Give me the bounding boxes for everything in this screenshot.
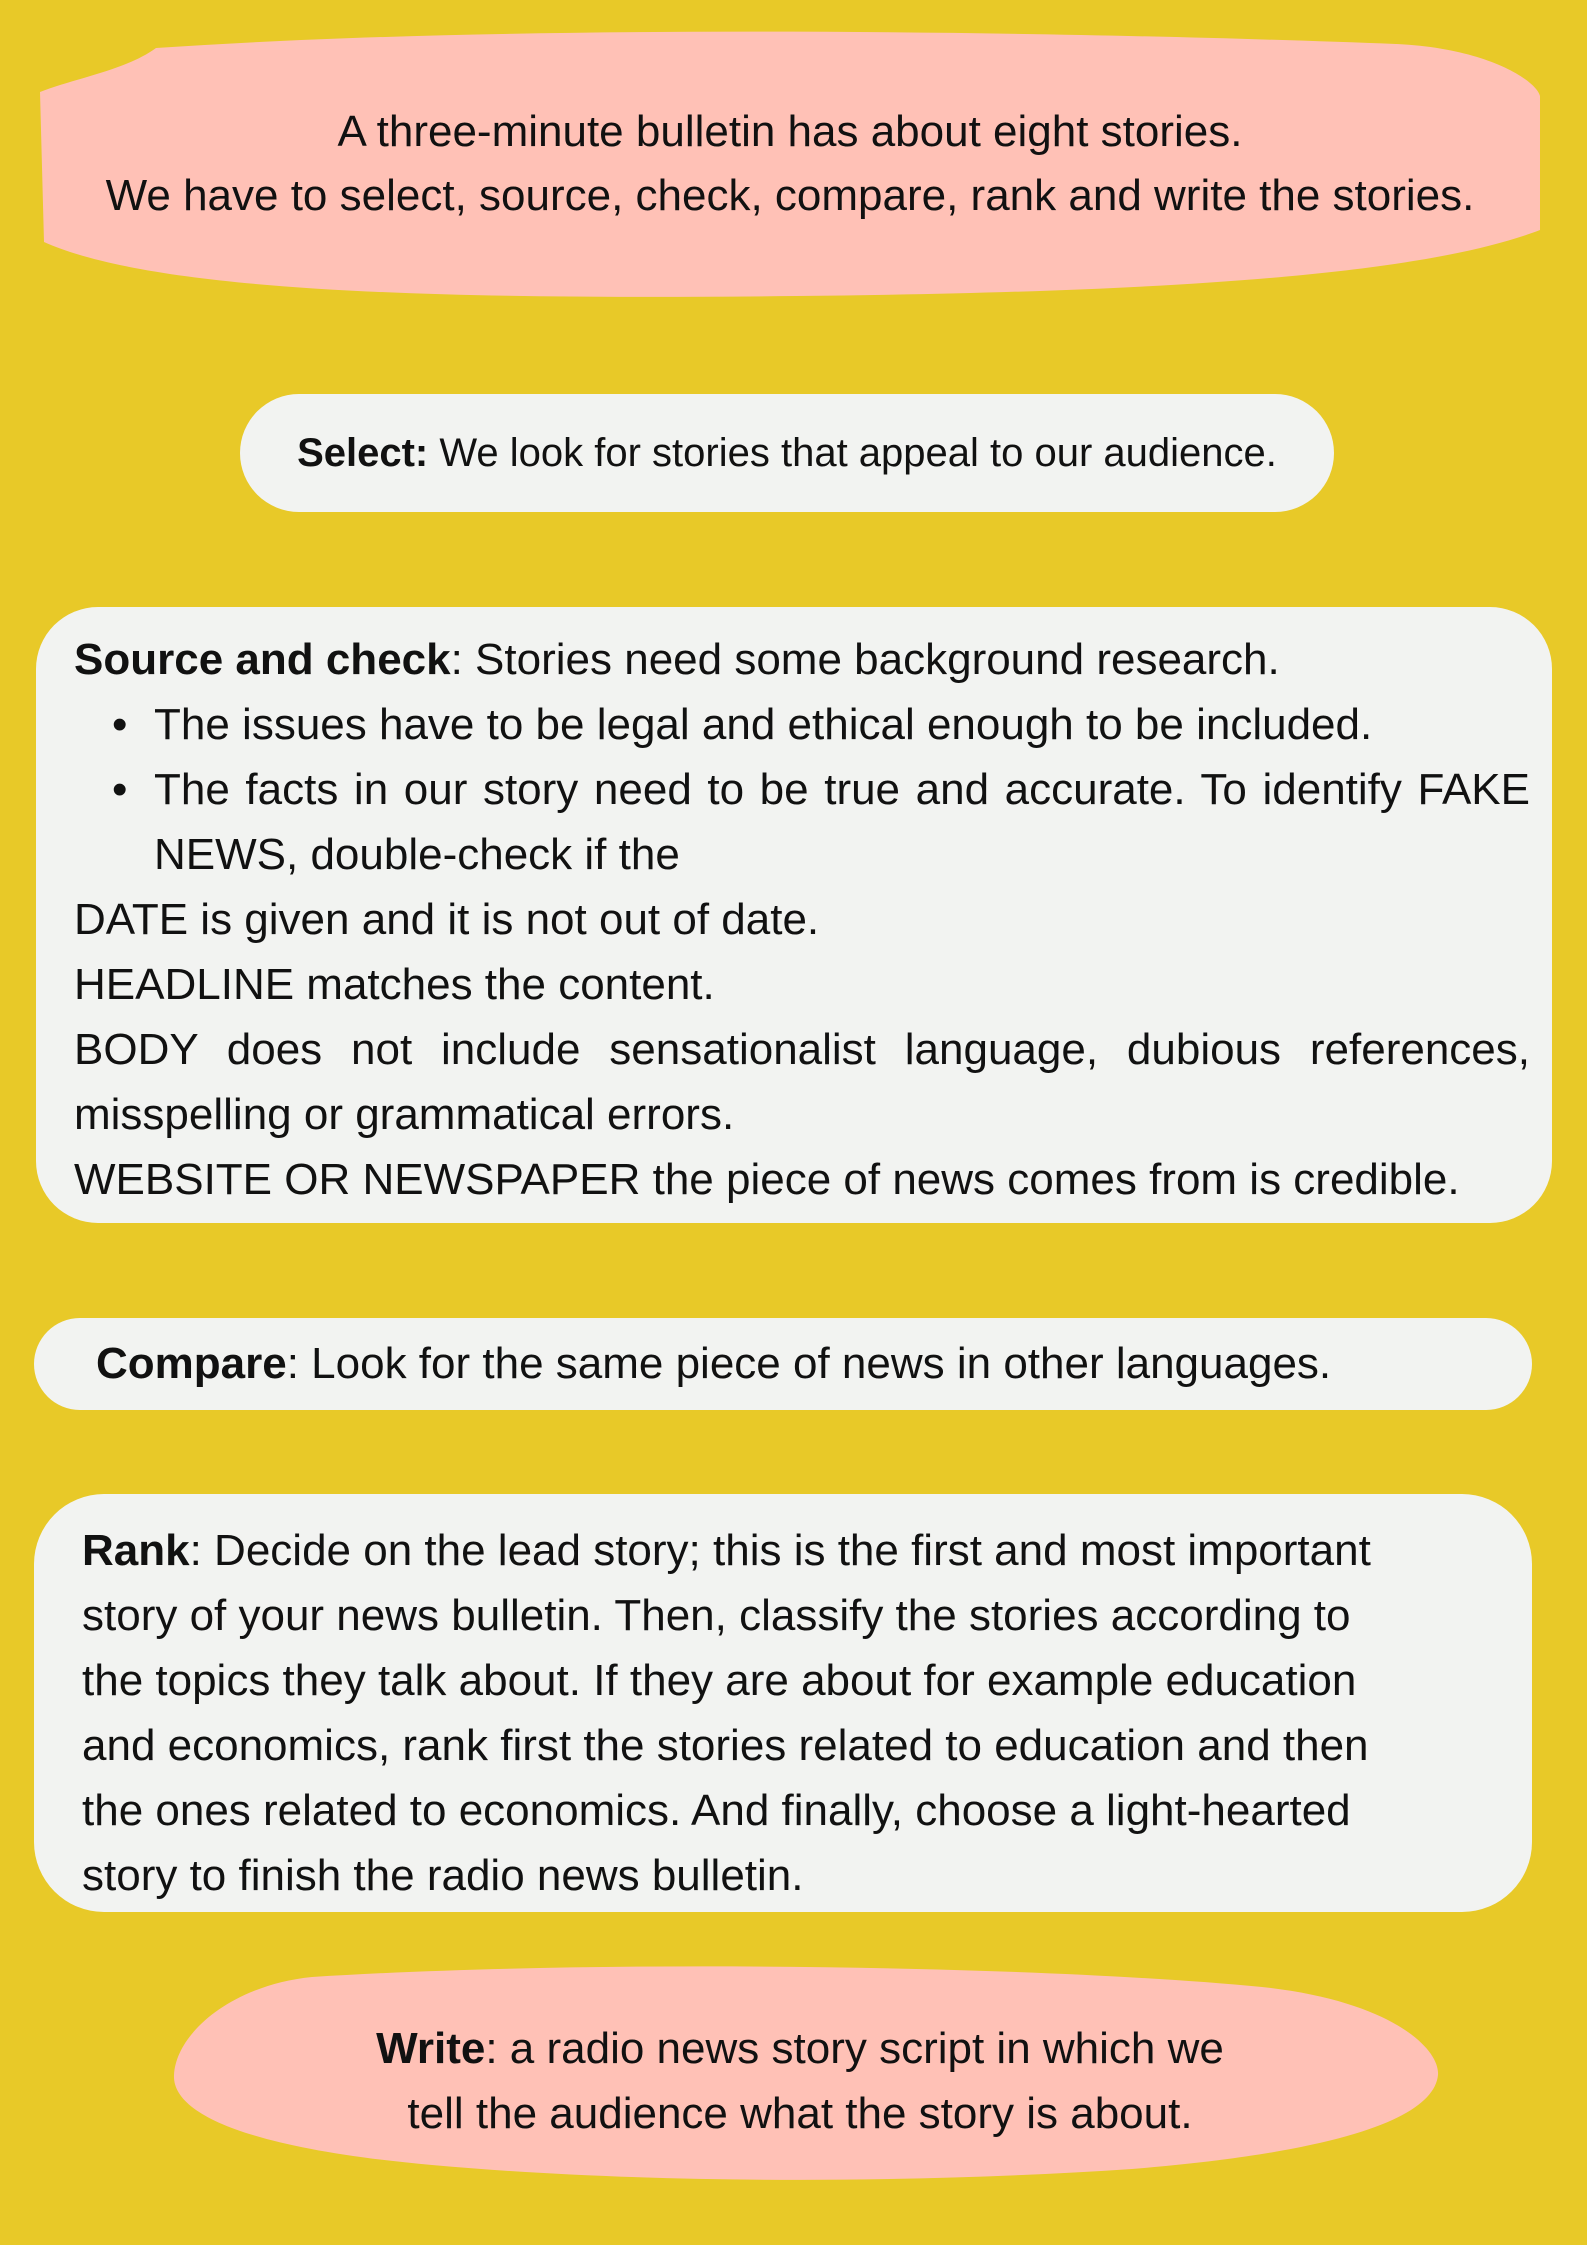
rank-line-4: and economics, rank first the stories re…	[82, 1721, 1369, 1770]
rank-line-3: the topics they talk about. If they are …	[82, 1656, 1357, 1705]
check-item-date: DATE is given and it is not out of date.	[74, 895, 820, 944]
write-heading: Write	[376, 2024, 486, 2073]
rank-line-2: story of your news bulletin. Then, class…	[82, 1591, 1351, 1640]
select-description: We look for stories that appeal to our a…	[428, 430, 1277, 475]
rank-line-5: the ones related to economics. And final…	[82, 1786, 1351, 1835]
rank-section: Rank: Decide on the lead story; this is …	[34, 1494, 1532, 1912]
rank-line-6: story to finish the radio news bulletin.	[82, 1851, 804, 1900]
source-check-section: Source and check: Stories need some back…	[36, 607, 1552, 1223]
compare-description: : Look for the same piece of news in oth…	[286, 1339, 1332, 1388]
intro-line-1: A three-minute bulletin has about eight …	[337, 107, 1243, 156]
rank-line-1: Rank: Decide on the lead story; this is …	[82, 1518, 1492, 1583]
intro-text: A three-minute bulletin has about eight …	[40, 90, 1540, 250]
select-text: Select: We look for stories that appeal …	[297, 431, 1277, 476]
check-item-headline: HEADLINE matches the content.	[74, 960, 715, 1009]
write-line-1-text: : a radio news story script in which we	[485, 2024, 1224, 2073]
write-line-1: Write: a radio news story script in whic…	[200, 2016, 1400, 2081]
check-item-website: WEBSITE OR NEWSPAPER the piece of news c…	[74, 1155, 1460, 1204]
select-heading: Select:	[297, 430, 429, 475]
write-line-2: tell the audience what the story is abou…	[407, 2089, 1193, 2138]
select-section: Select: We look for stories that appeal …	[240, 394, 1334, 512]
rank-heading: Rank	[82, 1526, 190, 1575]
source-check-intro: Source and check: Stories need some back…	[74, 627, 1530, 692]
source-check-description: : Stories need some background research.	[450, 635, 1280, 684]
source-check-heading: Source and check	[74, 635, 451, 684]
bullet-item: The facts in our story need to be true a…	[112, 757, 1530, 887]
check-item-body: BODY does not include sensationalist lan…	[74, 1025, 1530, 1139]
compare-text: Compare: Look for the same piece of news…	[96, 1339, 1331, 1389]
infographic-page: { "intro": { "line1": "A three-minute bu…	[0, 0, 1587, 2245]
intro-line-2: We have to select, source, check, compar…	[105, 171, 1475, 220]
rank-line-1-text: : Decide on the lead story; this is the …	[189, 1526, 1371, 1575]
source-check-bullet-list: The issues have to be legal and ethical …	[74, 692, 1530, 887]
write-section: Write: a radio news story script in whic…	[200, 2008, 1400, 2148]
compare-heading: Compare	[96, 1339, 287, 1388]
bullet-item: The issues have to be legal and ethical …	[112, 692, 1530, 757]
compare-section: Compare: Look for the same piece of news…	[34, 1318, 1532, 1410]
